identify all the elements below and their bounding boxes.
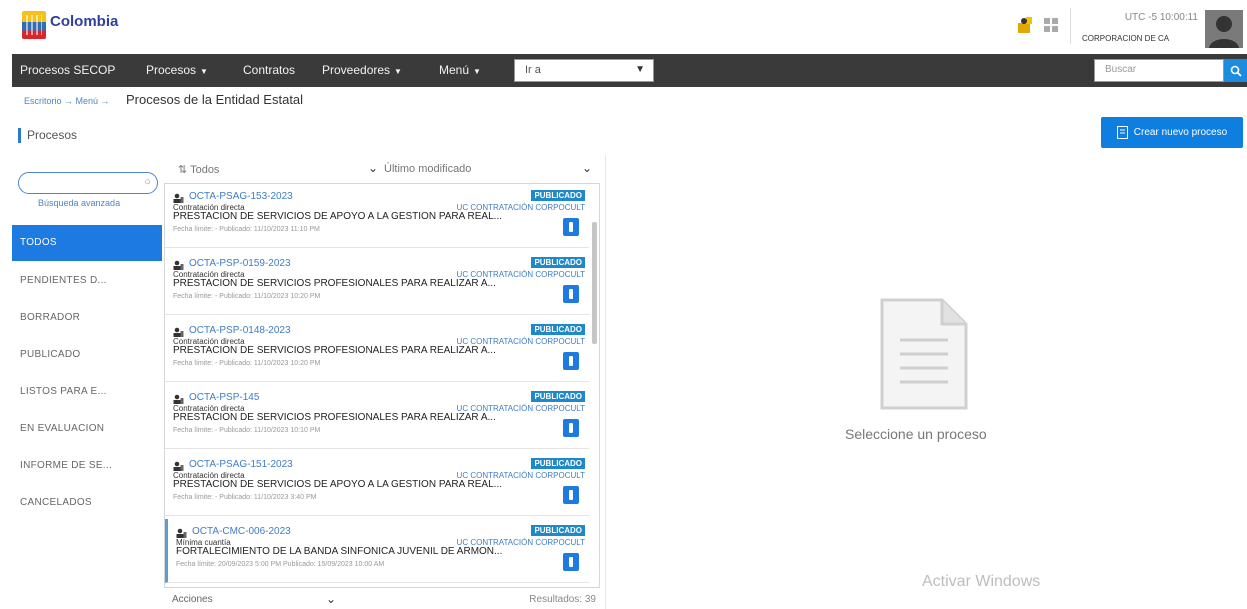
organization-name[interactable]: CORPORACION DE CA: [1082, 34, 1169, 43]
top-header: Colombia UTC -5 10:00:11 CORPORACION DE …: [0, 0, 1247, 52]
status-badge: PUBLICADO: [531, 458, 585, 469]
detail-action-button[interactable]: [563, 419, 579, 437]
advanced-search-link[interactable]: Búsqueda avanzada: [38, 198, 120, 208]
list-footer: Acciones ⌄ Resultados: 39: [164, 590, 600, 609]
sidebar-item-informe[interactable]: INFORME DE SE...: [12, 448, 162, 484]
sidebar-item-borrador[interactable]: BORRADOR: [12, 300, 162, 336]
user-group-icon: [173, 193, 184, 203]
sidebar-item-evaluacion[interactable]: EN EVALUACION: [12, 411, 162, 447]
results-count: Resultados: 39: [529, 594, 596, 605]
list-item[interactable]: OCTA-CMC-006-2023 PUBLICADO Mínima cuant…: [165, 519, 589, 583]
user-notification-icon[interactable]: [1016, 16, 1034, 34]
panel-divider: [605, 155, 606, 609]
nav-procesos[interactable]: Procesos ▼: [146, 63, 208, 77]
status-badge: PUBLICADO: [531, 391, 585, 402]
sidebar-item-listos[interactable]: LISTOS PARA E...: [12, 374, 162, 410]
header-divider: [1070, 8, 1071, 44]
nav-proveedores[interactable]: Proveedores ▼: [322, 63, 402, 77]
section-title: Procesos: [27, 128, 78, 142]
user-group-icon: [173, 394, 184, 404]
list-item[interactable]: OCTA-PSAG-151-2023 PUBLICADO Contratació…: [165, 452, 589, 516]
nav-search-input[interactable]: Buscar: [1094, 59, 1224, 82]
empty-state-text: Seleccione un proceso: [845, 426, 987, 442]
logo-name: Colombia: [50, 13, 119, 30]
page-title: Procesos de la Entidad Estatal: [126, 92, 304, 107]
nav-contratos[interactable]: Contratos: [243, 63, 295, 77]
process-list: OCTA-PSAG-153-2023 PUBLICADO Contratació…: [164, 183, 600, 588]
search-icon: ○: [144, 176, 151, 188]
server-clock: UTC -5 10:00:11: [1124, 12, 1198, 23]
user-group-icon: [173, 260, 184, 270]
colombia-compra-logo[interactable]: Colombia: [22, 9, 122, 43]
status-badge: PUBLICADO: [531, 257, 585, 268]
apps-grid-icon[interactable]: [1044, 18, 1058, 32]
detail-action-button[interactable]: [563, 352, 579, 370]
list-item[interactable]: OCTA-PSP-145 PUBLICADO Contratación dire…: [165, 385, 589, 449]
new-document-icon: [1116, 126, 1128, 139]
sidebar-item-todos[interactable]: TODOS: [12, 225, 162, 261]
breadcrumb[interactable]: Escritorio → Menú →: [24, 96, 110, 106]
chevron-down-icon[interactable]: ⌄: [326, 592, 336, 606]
user-group-icon: [176, 528, 187, 538]
nav-procesos-secop[interactable]: Procesos SECOP: [20, 63, 115, 77]
document-icon: [880, 298, 968, 410]
detail-action-button[interactable]: [563, 553, 579, 571]
user-group-icon: [173, 327, 184, 337]
user-group-icon: [173, 461, 184, 471]
sort-filter[interactable]: ⇅ Todos: [178, 163, 219, 176]
status-badge: PUBLICADO: [531, 190, 585, 201]
section-accent: [18, 128, 21, 143]
chevron-down-icon[interactable]: ⌄: [582, 161, 592, 175]
sidebar-item-cancelados[interactable]: CANCELADOS: [12, 485, 162, 521]
windows-watermark: Activar Windows: [922, 573, 1041, 590]
order-select[interactable]: Último modificado: [384, 163, 471, 175]
list-item[interactable]: OCTA-PSP-0148-2023 PUBLICADO Contratació…: [165, 318, 589, 382]
list-toolbar: ⇅ Todos ⌄ Último modificado ⌄: [170, 155, 600, 183]
chevron-down-icon[interactable]: ⌄: [368, 161, 378, 175]
status-badge: PUBLICADO: [531, 324, 585, 335]
search-button[interactable]: [1224, 59, 1247, 82]
status-badge: PUBLICADO: [531, 525, 585, 536]
detail-action-button[interactable]: [563, 486, 579, 504]
sidebar-item-publicado[interactable]: PUBLICADO: [12, 337, 162, 373]
actions-dropdown[interactable]: Acciones: [172, 594, 213, 605]
list-item[interactable]: OCTA-PSAG-153-2023 PUBLICADO Contratació…: [165, 184, 589, 248]
nav-menu[interactable]: Menú ▼: [439, 63, 481, 77]
chevron-down-icon: ▼: [635, 64, 645, 75]
sidebar-search-input[interactable]: ○: [18, 172, 158, 194]
status-sidebar: ○ Búsqueda avanzada TODOS PENDIENTES D..…: [12, 160, 162, 609]
search-icon: [1230, 65, 1242, 77]
detail-action-button[interactable]: [563, 285, 579, 303]
caret-down-icon: ▼: [473, 67, 481, 76]
list-scrollbar[interactable]: [592, 222, 597, 344]
list-item[interactable]: OCTA-PSP-0159-2023 PUBLICADO Contratació…: [165, 251, 589, 315]
caret-down-icon: ▼: [394, 67, 402, 76]
sidebar-item-pendientes[interactable]: PENDIENTES D...: [12, 263, 162, 299]
detail-action-button[interactable]: [563, 218, 579, 236]
main-nav: Procesos SECOP Procesos ▼ Contratos Prove…: [12, 54, 1247, 87]
caret-down-icon: ▼: [200, 67, 208, 76]
create-process-button[interactable]: Crear nuevo proceso: [1101, 117, 1243, 148]
go-to-select[interactable]: Ir a ▼: [514, 59, 654, 82]
user-avatar[interactable]: [1205, 10, 1243, 48]
